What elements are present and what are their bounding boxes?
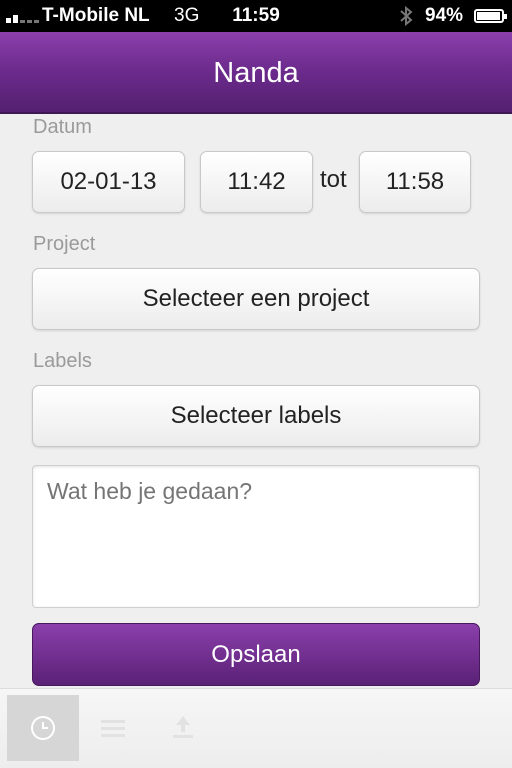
project-label: Project	[33, 233, 96, 255]
clock-icon	[31, 716, 55, 740]
battery-percentage: 94%	[425, 5, 464, 26]
labels-label: Labels	[33, 350, 92, 372]
bluetooth-icon	[400, 5, 413, 27]
nav-bar: Nanda	[0, 32, 512, 114]
save-button[interactable]: Opslaan	[32, 623, 480, 686]
tab-bar	[0, 688, 512, 768]
tab-list[interactable]	[77, 695, 149, 761]
tab-timer[interactable]	[7, 695, 79, 761]
select-labels-button[interactable]: Selecteer labels	[32, 385, 480, 447]
page-title: Nanda	[213, 57, 299, 89]
upload-icon	[171, 716, 195, 740]
date-label: Datum	[33, 116, 92, 138]
battery-fill	[477, 12, 500, 20]
date-button[interactable]: 02-01-13	[32, 151, 185, 213]
description-field[interactable]	[32, 465, 480, 608]
list-icon	[101, 716, 125, 740]
status-bar: T-Mobile NL 3G 11:59 94%	[0, 0, 512, 32]
battery-icon	[474, 9, 507, 23]
start-time-button[interactable]: 11:42	[200, 151, 313, 213]
to-label: tot	[320, 166, 347, 193]
tab-upload[interactable]	[147, 695, 219, 761]
select-project-button[interactable]: Selecteer een project	[32, 268, 480, 330]
end-time-button[interactable]: 11:58	[359, 151, 471, 213]
